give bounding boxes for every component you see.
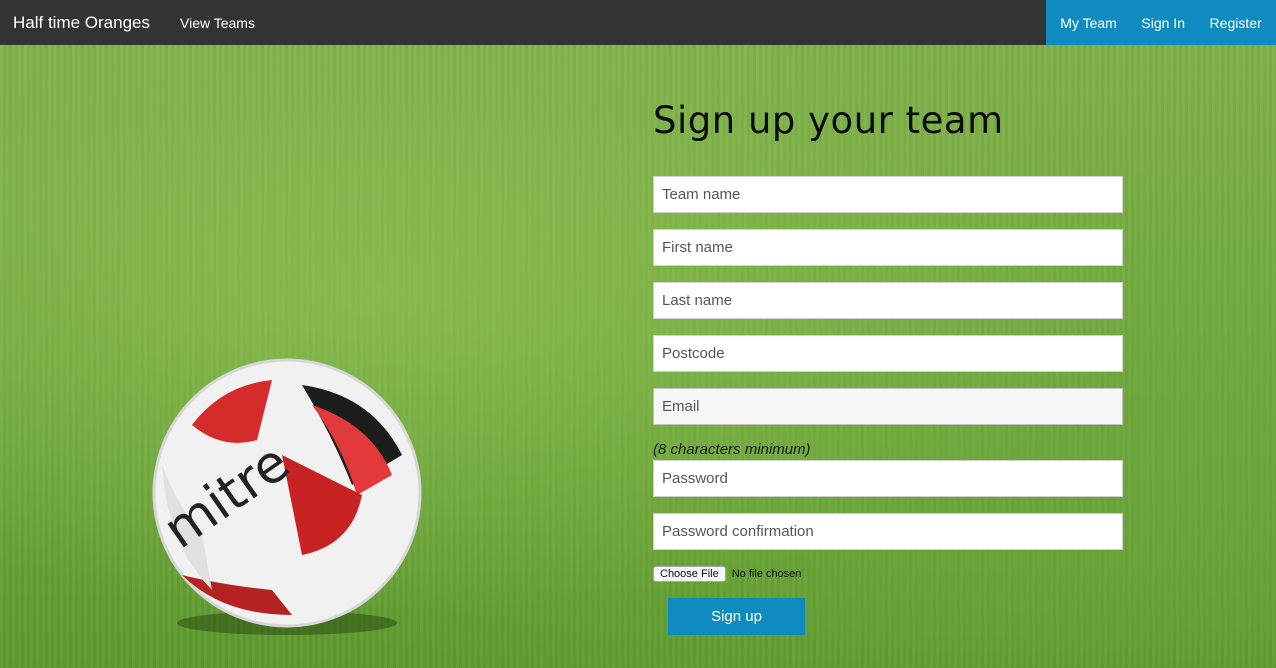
- last-name-input[interactable]: [653, 282, 1123, 319]
- postcode-input[interactable]: [653, 335, 1123, 372]
- password-hint: (8 characters minimum): [653, 441, 811, 458]
- file-upload: Choose File No file chosen: [653, 566, 1123, 582]
- team-name-input[interactable]: [653, 176, 1123, 213]
- sign-up-button[interactable]: Sign up: [668, 598, 805, 635]
- my-team-link[interactable]: My Team: [1060, 15, 1117, 31]
- password-confirmation-input[interactable]: [653, 513, 1123, 550]
- signup-form: Sign up your team (8 characters minimum)…: [653, 96, 1123, 635]
- register-link[interactable]: Register: [1210, 15, 1262, 31]
- football-image: mitre: [152, 358, 422, 635]
- email-input[interactable]: [653, 388, 1123, 425]
- brand-link[interactable]: Half time Oranges: [13, 13, 150, 33]
- page-title: Sign up your team: [653, 99, 1004, 142]
- top-navbar: Half time Oranges View Teams My Team Sig…: [0, 0, 1276, 45]
- file-status-text: No file chosen: [731, 568, 802, 580]
- choose-file-button[interactable]: Choose File: [653, 566, 726, 582]
- account-nav: My Team Sign In Register: [1046, 0, 1276, 45]
- sign-in-link[interactable]: Sign In: [1141, 15, 1185, 31]
- view-teams-link[interactable]: View Teams: [180, 15, 255, 31]
- password-input[interactable]: [653, 460, 1123, 497]
- first-name-input[interactable]: [653, 229, 1123, 266]
